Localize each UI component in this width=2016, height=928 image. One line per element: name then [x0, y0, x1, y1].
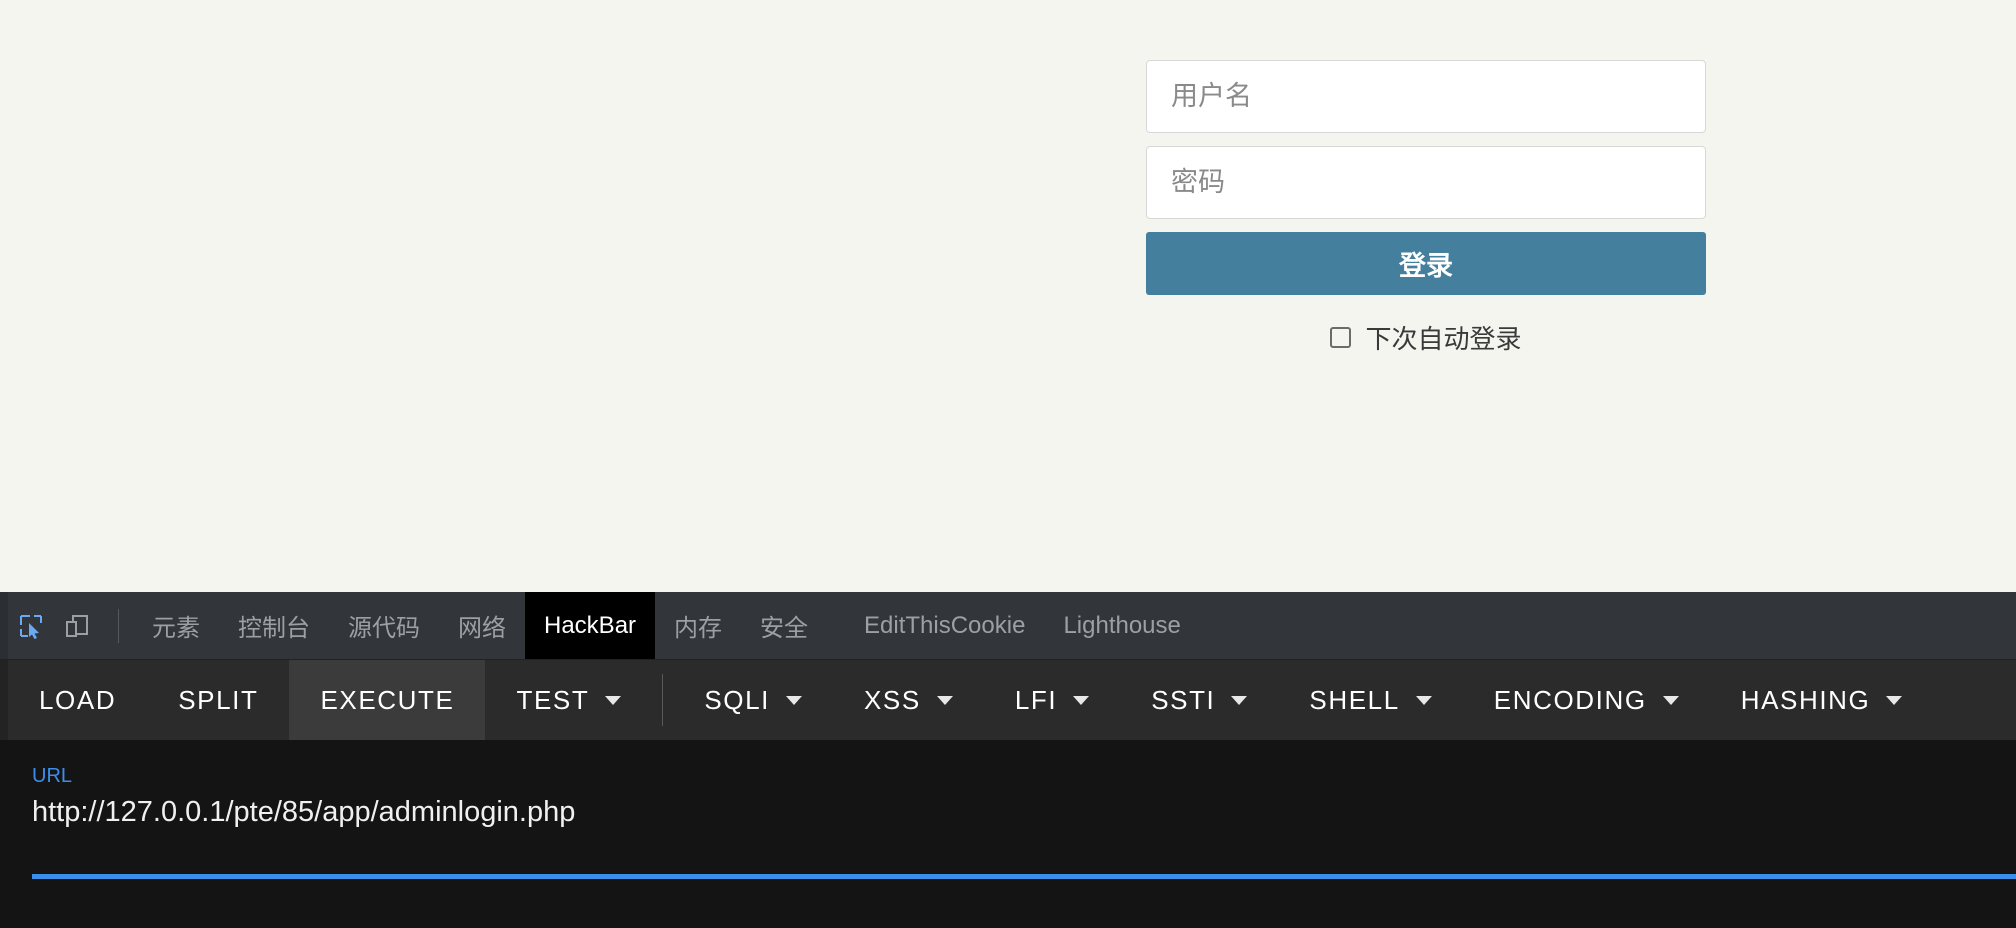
url-focus-underline	[32, 874, 2016, 879]
hackbar-ssti-button[interactable]: SSTI	[1120, 660, 1278, 740]
admin-login-form: 登录 下次自动登录	[1146, 60, 1706, 356]
hackbar-xss-button[interactable]: XSS	[833, 660, 984, 740]
login-submit-button[interactable]: 登录	[1146, 232, 1706, 295]
hackbar-hashing-label: HASHING	[1740, 684, 1871, 715]
tab-lighthouse[interactable]: Lighthouse	[1044, 592, 1199, 659]
tab-network[interactable]: 网络	[439, 592, 525, 659]
hackbar-split-button[interactable]: SPLIT	[147, 660, 289, 740]
hackbar-execute-label: EXECUTE	[320, 684, 455, 715]
hackbar-test-label: TEST	[516, 684, 590, 715]
hackbar-split-label: SPLIT	[178, 684, 259, 715]
chevron-down-icon	[1231, 695, 1248, 705]
tabbar-gutter	[0, 592, 8, 659]
hackbar-load-label: LOAD	[39, 684, 117, 715]
hackbar-encoding-label: ENCODING	[1493, 684, 1647, 715]
tab-security[interactable]: 安全	[741, 592, 827, 659]
chevron-down-icon	[785, 695, 802, 705]
chevron-down-icon	[1662, 695, 1679, 705]
tab-hackbar[interactable]: HackBar	[525, 592, 656, 659]
hackbar-shell-button[interactable]: SHELL	[1278, 660, 1462, 740]
url-input[interactable]: http://127.0.0.1/pte/85/app/adminlogin.p…	[32, 794, 2016, 830]
hackbar-sqli-label: SQLI	[704, 684, 770, 715]
device-toolbar-button[interactable]	[54, 592, 100, 659]
tab-console[interactable]: 控制台	[219, 592, 329, 659]
field-spacer	[1146, 133, 1706, 146]
hackbar-encoding-button[interactable]: ENCODING	[1463, 660, 1710, 740]
remember-me-row: 下次自动登录	[1146, 319, 1706, 356]
devtools-tabbar: 元素 控制台 源代码 网络 HackBar 内存 安全 EditThisCook…	[0, 592, 2016, 660]
chevron-down-icon	[1073, 695, 1090, 705]
hackbar-hashing-button[interactable]: HASHING	[1710, 660, 1934, 740]
hackbar-load-button[interactable]: LOAD	[8, 660, 147, 740]
tab-memory[interactable]: 内存	[655, 592, 741, 659]
hackbar-execute-button[interactable]: EXECUTE	[289, 660, 486, 740]
hackbar-shell-label: SHELL	[1309, 684, 1400, 715]
tab-editthiscookie[interactable]: EditThisCookie	[845, 592, 1044, 659]
hackbar-lfi-button[interactable]: LFI	[984, 660, 1120, 740]
inspect-element-button[interactable]	[8, 592, 54, 659]
inspect-element-icon	[18, 613, 44, 639]
toolbar-gutter	[0, 660, 8, 740]
hackbar-url-panel: URL http://127.0.0.1/pte/85/app/adminlog…	[0, 740, 2016, 928]
tabbar-separator	[118, 608, 119, 643]
hackbar-test-button[interactable]: TEST	[485, 660, 652, 740]
devtools-panel: 元素 控制台 源代码 网络 HackBar 内存 安全 EditThisCook…	[0, 592, 2016, 928]
device-toolbar-icon	[64, 613, 90, 639]
chevron-down-icon	[1415, 695, 1432, 705]
toolbar-separator	[662, 674, 664, 726]
chevron-down-icon	[605, 695, 622, 705]
hackbar-ssti-label: SSTI	[1151, 684, 1216, 715]
tab-elements[interactable]: 元素	[133, 592, 219, 659]
remember-me-checkbox[interactable]	[1330, 327, 1352, 348]
username-input[interactable]	[1146, 60, 1706, 133]
hackbar-toolbar: LOAD SPLIT EXECUTE TEST SQLI XSS LFI SST…	[0, 660, 2016, 740]
hackbar-xss-label: XSS	[863, 684, 921, 715]
tab-sources[interactable]: 源代码	[329, 592, 439, 659]
hackbar-sqli-button[interactable]: SQLI	[673, 660, 833, 740]
password-input[interactable]	[1146, 146, 1706, 219]
remember-me-label[interactable]: 下次自动登录	[1365, 319, 1521, 356]
chevron-down-icon	[1886, 695, 1903, 705]
chevron-down-icon	[936, 695, 953, 705]
url-field-label: URL	[32, 765, 73, 787]
page-content: 登录 下次自动登录	[0, 0, 2016, 592]
hackbar-lfi-label: LFI	[1014, 684, 1058, 715]
